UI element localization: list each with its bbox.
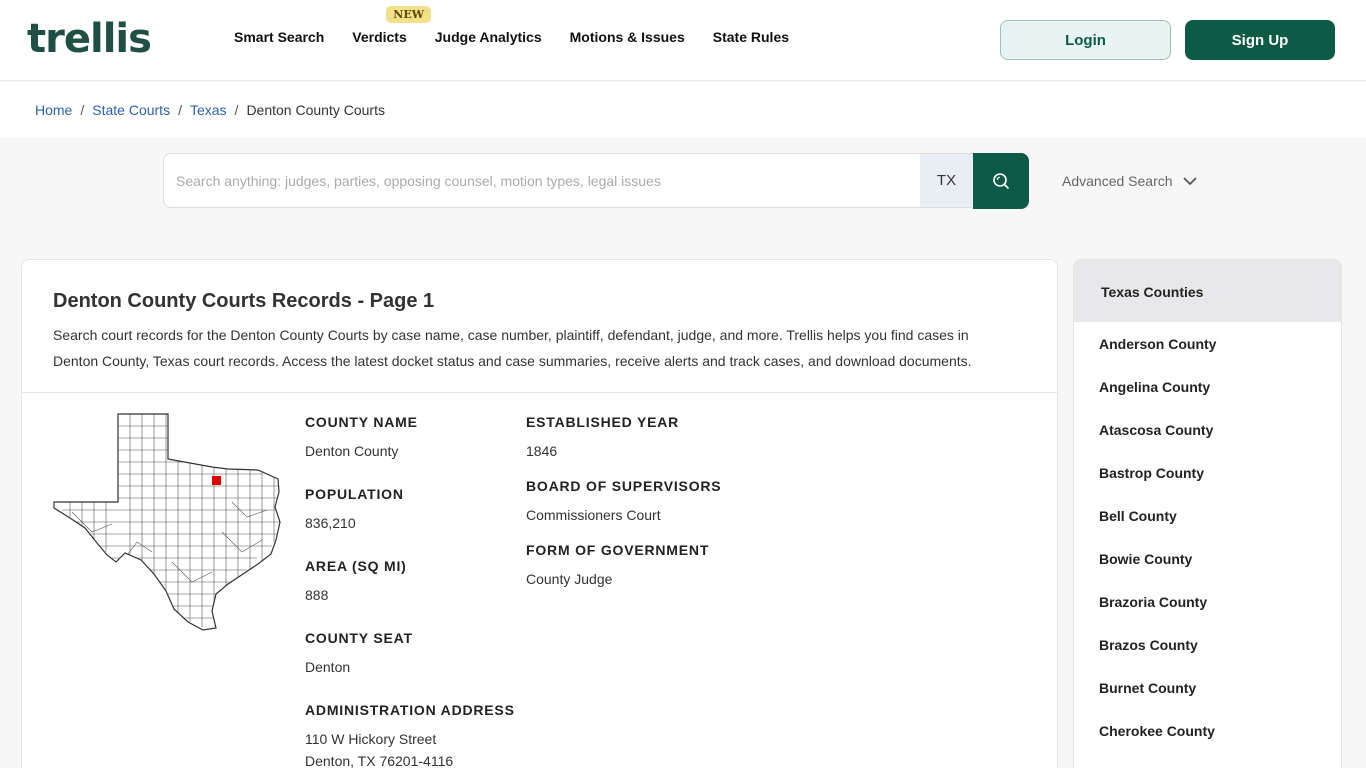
county-grid [62,414,280,627]
breadcrumb-current: Denton County Courts [246,102,385,118]
advanced-search-label: Advanced Search [1062,173,1173,189]
texas-counties-sidebar: Texas Counties Anderson County Angelina … [1073,259,1342,768]
breadcrumb-home[interactable]: Home [35,102,72,118]
nav-motions-issues[interactable]: Motions & Issues [570,29,685,45]
search-input[interactable] [163,153,921,208]
nav-verdicts-label: Verdicts [352,29,407,45]
signup-button[interactable]: Sign Up [1185,20,1335,60]
nav-verdicts[interactable]: NEW Verdicts [352,6,432,45]
nav-smart-search[interactable]: Smart Search [234,29,324,45]
breadcrumb: Home / State Courts / Texas / Denton Cou… [35,102,385,118]
page-title: Denton County Courts Records - Page 1 [53,290,435,312]
admin-address-line2: Denton, TX 76201-4116 [305,753,454,768]
trellis-logo[interactable]: trellis [27,14,152,64]
search-button[interactable] [973,153,1029,209]
area-label: AREA (SQ MI) [305,558,407,574]
county-link-cherokee[interactable]: Cherokee County [1099,723,1215,739]
main-nav: Smart Search NEW Verdicts Judge Analytic… [234,6,817,45]
texas-county-map [53,413,281,631]
breadcrumb-texas[interactable]: Texas [190,102,227,118]
search-bar: TX [163,153,1029,209]
advanced-search-toggle[interactable]: Advanced Search [1062,173,1197,189]
nav-judge-analytics[interactable]: Judge Analytics [435,29,542,45]
breadcrumb-state-courts[interactable]: State Courts [92,102,170,118]
board-label: BOARD OF SUPERVISORS [526,478,722,494]
county-link-bowie[interactable]: Bowie County [1099,551,1192,567]
government-label: FORM OF GOVERNMENT [526,542,710,558]
nav-state-rules[interactable]: State Rules [713,29,789,45]
breadcrumb-separator: / [80,102,85,118]
new-badge: NEW [386,6,432,23]
denton-county-highlight [212,476,221,485]
county-link-bastrop[interactable]: Bastrop County [1099,465,1204,481]
county-link-atascosa[interactable]: Atascosa County [1099,422,1213,438]
chevron-down-icon [1182,176,1197,185]
sidebar-title: Texas Counties [1101,284,1204,300]
breadcrumb-bar: Home / State Courts / Texas / Denton Cou… [0,82,1366,138]
breadcrumb-separator: / [178,102,182,118]
page-description: Search court records for the Denton Coun… [53,327,972,369]
breadcrumb-separator: / [234,102,239,118]
county-seat-value: Denton [305,659,351,675]
county-link-brazoria[interactable]: Brazoria County [1099,594,1207,610]
login-button[interactable]: Login [1000,20,1171,60]
admin-address-label: ADMINISTRATION ADDRESS [305,702,515,718]
search-icon [993,173,1009,189]
sidebar-header: Texas Counties [1074,260,1341,322]
state-selector[interactable]: TX [920,153,973,208]
established-label: ESTABLISHED YEAR [526,414,680,430]
county-info-card: Denton County Courts Records - Page 1 Se… [21,259,1058,768]
population-label: POPULATION [305,486,404,502]
county-name-value: Denton County [305,443,399,459]
population-value: 836,210 [305,515,356,531]
government-value: County Judge [526,571,613,587]
county-link-burnet[interactable]: Burnet County [1099,680,1196,696]
board-value: Commissioners Court [526,507,661,523]
area-value: 888 [305,587,329,603]
county-seat-label: COUNTY SEAT [305,630,413,646]
county-link-bell[interactable]: Bell County [1099,508,1177,524]
county-link-angelina[interactable]: Angelina County [1099,379,1210,395]
county-link-brazos[interactable]: Brazos County [1099,637,1198,653]
established-value: 1846 [526,443,558,459]
top-header: trellis Smart Search NEW Verdicts Judge … [0,0,1366,81]
county-link-anderson[interactable]: Anderson County [1099,336,1216,352]
divider [22,392,1057,393]
county-name-label: COUNTY NAME [305,414,418,430]
logo-text: trellis [27,16,152,62]
admin-address-line1: 110 W Hickory Street [305,731,437,747]
